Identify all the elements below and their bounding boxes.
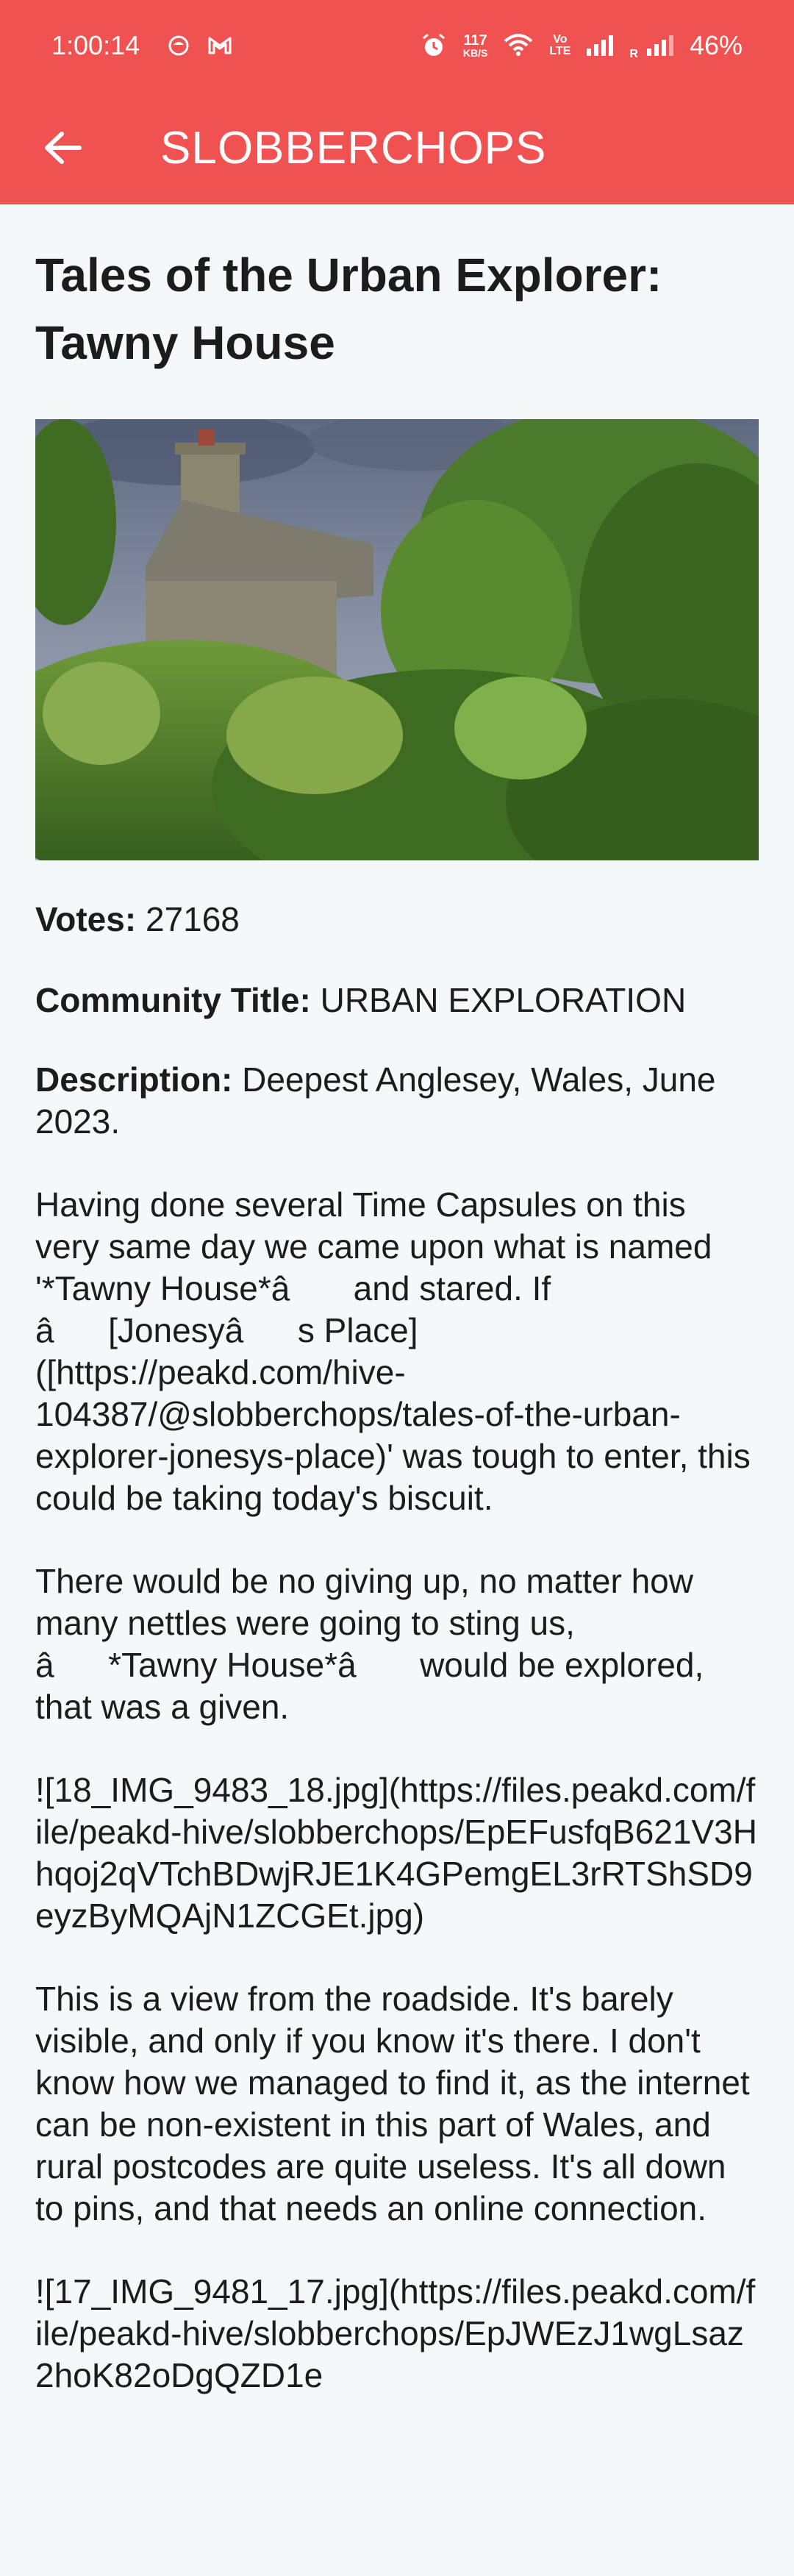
volte-top: Vo	[553, 33, 568, 46]
community-value: URBAN EXPLORATION	[320, 981, 687, 1019]
network-speed-value: 117	[463, 32, 487, 49]
status-right: 117 KB/S Vo LTE R 46%	[421, 30, 743, 61]
status-bar: 1:00:14 117 KB/S Vo LTE R 46%	[0, 0, 794, 91]
body-paragraph: There would be no giving up, no matter h…	[35, 1562, 704, 1726]
gmail-icon	[208, 37, 232, 54]
signal-icon	[587, 35, 614, 56]
wifi-icon	[504, 34, 533, 56]
votes-value: 27168	[145, 900, 240, 938]
body-paragraph: ![18_IMG_9483_18.jpg](https://files.peak…	[35, 1771, 757, 1935]
post-hero-image	[35, 419, 759, 860]
body-paragraph: This is a view from the roadside. It's b…	[35, 1980, 750, 2227]
post-content: Tales of the Urban Explorer: Tawny House	[0, 204, 794, 2397]
status-time: 1:00:14	[51, 30, 140, 60]
volte-indicator: Vo LTE	[549, 34, 571, 57]
arrow-left-icon	[45, 132, 82, 164]
app-bar: SLOBBERCHOPS	[0, 91, 794, 204]
battery-percent: 46%	[689, 30, 743, 60]
community-label: Community Title:	[35, 981, 311, 1019]
network-speed-unit: KB/S	[462, 47, 488, 59]
volte-bottom: LTE	[549, 45, 571, 57]
alarm-icon	[422, 33, 445, 56]
back-button[interactable]	[41, 126, 84, 169]
hero-image-illustration	[35, 419, 759, 860]
status-left: 1:00:14	[51, 30, 232, 61]
body-paragraph: ![17_IMG_9481_17.jpg](https://files.peak…	[35, 2272, 756, 2394]
community-row: Community Title: URBAN EXPLORATION	[35, 980, 759, 1021]
votes-row: Votes: 27168	[35, 899, 759, 940]
post-title: Tales of the Urban Explorer: Tawny House	[35, 249, 662, 369]
description-row: Description: Deepest Anglesey, Wales, Ju…	[35, 1059, 759, 1143]
body-paragraph: Having done several Time Capsules on thi…	[35, 1185, 751, 1517]
description-label: Description:	[35, 1060, 233, 1099]
notification-icons	[168, 35, 232, 57]
app-notification-icon	[168, 35, 189, 56]
app-title: SLOBBERCHOPS	[160, 122, 547, 174]
signal-icon-2	[646, 35, 673, 56]
network-speed: 117 KB/S	[463, 33, 487, 58]
roaming-indicator: R	[629, 48, 638, 60]
votes-label: Votes:	[35, 900, 137, 938]
